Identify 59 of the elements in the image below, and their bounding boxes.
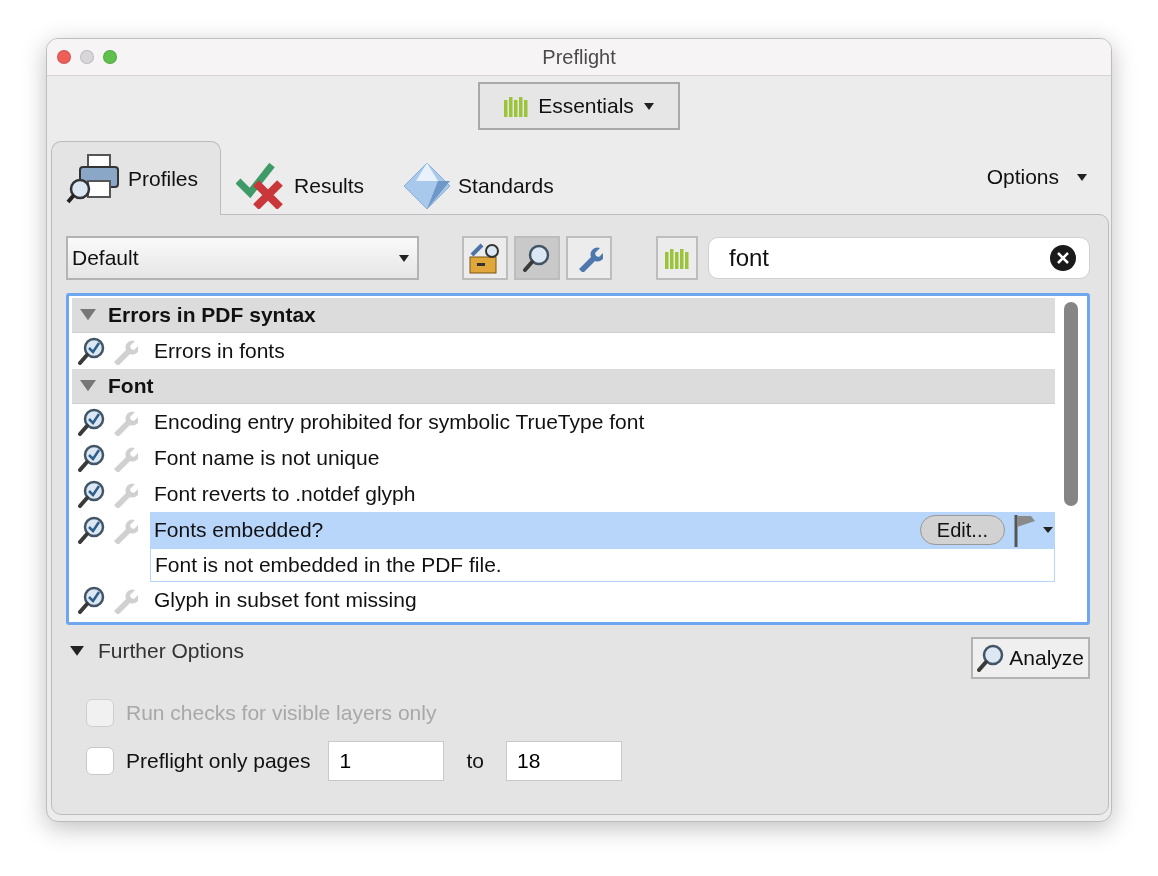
from-page-field[interactable]: 1 [328, 741, 445, 781]
check-description: Font is not embedded in the PDF file. [150, 548, 1055, 582]
group-label: Font [108, 374, 154, 398]
view-toggle-button[interactable] [514, 236, 561, 280]
tab[interactable]: Profiles [51, 141, 222, 215]
diamond-icon [402, 160, 453, 211]
magnifier-icon [977, 644, 1006, 672]
search-field[interactable]: font [708, 237, 1090, 279]
edit-button[interactable]: Edit... [919, 515, 1005, 545]
view-toggle-button[interactable] [462, 236, 509, 280]
check-magnifier-icon [78, 586, 106, 614]
check-row[interactable]: Font name is not unique [150, 440, 1055, 476]
analyze-button[interactable]: Analyze [971, 637, 1090, 679]
caret-icon [70, 646, 84, 656]
profile-dropdown[interactable]: Default [66, 236, 419, 280]
caret-icon [643, 102, 654, 110]
check-label: Font reverts to .notdef glyph [154, 482, 417, 506]
disclosure-icon [80, 309, 96, 321]
check-row[interactable]: Errors in fonts [150, 333, 1055, 369]
zoom-button[interactable] [103, 50, 117, 64]
check-label: Fonts embedded? [154, 518, 325, 542]
check-magnifier-icon [78, 408, 106, 436]
option-label: Run checks for visible layers only [126, 701, 437, 725]
flag-dropdown-icon[interactable] [1013, 513, 1055, 547]
further-options-toggle[interactable]: Further Options [66, 639, 244, 663]
check-row[interactable]: Fonts embedded? Edit... [150, 512, 1055, 548]
check-row[interactable]: Glyph in subset font missing [150, 582, 1055, 618]
check-magnifier-icon [78, 480, 106, 508]
options-menu[interactable]: Options [986, 154, 1107, 214]
range-separator: to [466, 749, 484, 773]
close-button[interactable] [57, 50, 71, 64]
magnifier-icon [523, 244, 552, 272]
clear-icon[interactable] [1050, 245, 1076, 271]
disclosure-icon [80, 380, 96, 392]
view-toggle-button[interactable] [566, 236, 613, 280]
check-magnifier-icon [78, 516, 106, 544]
bar-chart-icon [664, 247, 689, 269]
window-title: Preflight [542, 45, 616, 69]
check-row[interactable]: Font reverts to .notdef glyph [150, 476, 1055, 512]
workspace-dropdown[interactable]: Essentials [478, 82, 680, 130]
check-magnifier-icon [78, 337, 106, 365]
caret-icon [1077, 173, 1087, 181]
group-header[interactable]: Font [72, 369, 1055, 404]
check-label: Encoding entry prohibited for symbolic TrueType font [154, 410, 646, 434]
option-label: Preflight only pages [126, 749, 311, 773]
check-label: Font name is not unique [154, 446, 381, 470]
group-header[interactable]: Errors in PDF syntax [72, 298, 1055, 333]
group-label: Errors in PDF syntax [108, 303, 316, 327]
check-label: Glyph in subset font missing [154, 588, 418, 612]
to-page-field[interactable]: 18 [505, 741, 622, 781]
check-label: Errors in fonts [154, 339, 286, 363]
checkbox[interactable] [86, 747, 114, 775]
tab[interactable]: Results [221, 155, 388, 215]
caret-icon [399, 254, 409, 262]
check-row[interactable]: Encoding entry prohibited for symbolic TrueType font [150, 404, 1055, 440]
bar-chart-icon [504, 95, 529, 117]
check-magnifier-icon [78, 444, 106, 472]
printer-magnifier-icon [66, 152, 122, 205]
scrollbar-thumb[interactable] [1064, 302, 1078, 506]
